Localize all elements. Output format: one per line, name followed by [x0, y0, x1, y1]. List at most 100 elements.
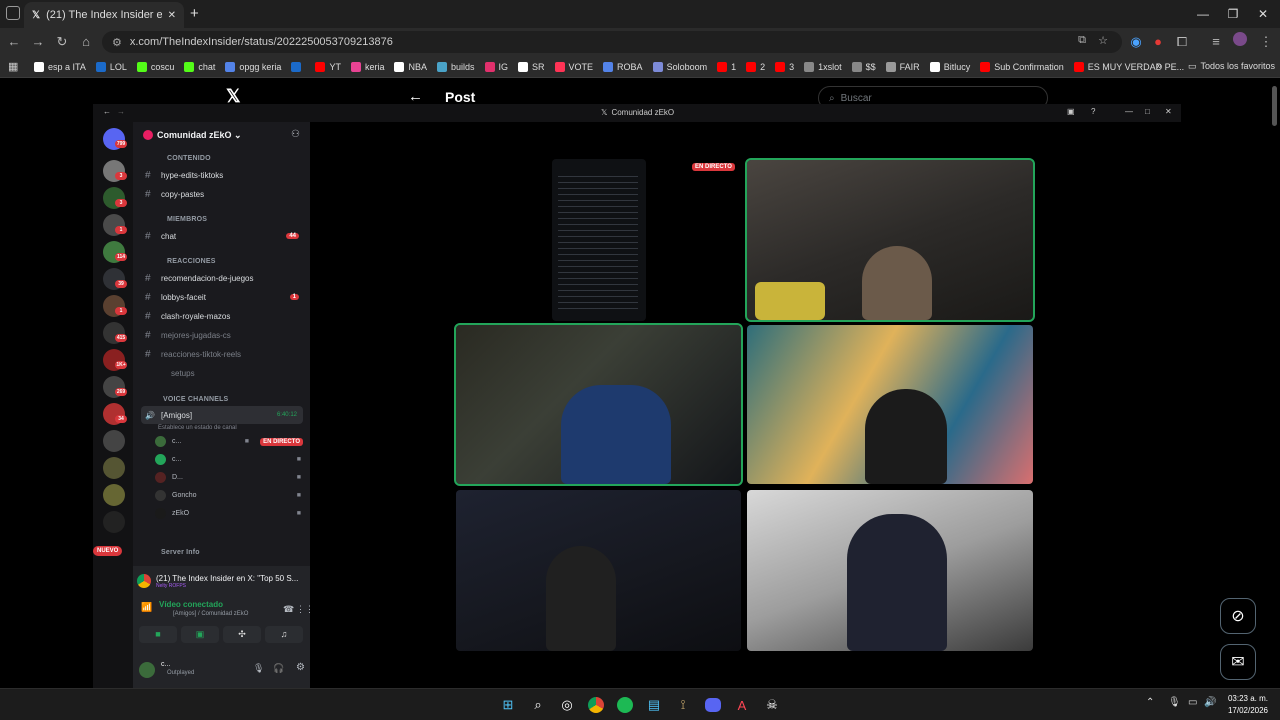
server-icon[interactable]	[103, 511, 125, 533]
video-tile[interactable]	[747, 490, 1033, 651]
activity-card[interactable]: (21) The Index Insider en X: "Top 50 S..…	[137, 570, 305, 592]
voice-user[interactable]: D... ■	[155, 469, 303, 486]
grok-button[interactable]: ⊘	[1220, 598, 1256, 634]
close-window-button[interactable]: ✕	[1165, 107, 1172, 116]
server-icon[interactable]	[103, 430, 125, 452]
screen-share-tile[interactable]	[552, 159, 646, 321]
bookmark-item[interactable]: Soloboom	[652, 62, 707, 72]
bookmark-item[interactable]: coscu	[136, 62, 174, 72]
profile-avatar[interactable]	[1230, 32, 1250, 52]
server-icon[interactable]	[103, 484, 125, 506]
new-tab-button[interactable]: +	[190, 5, 199, 22]
video-tile[interactable]	[454, 323, 743, 486]
app-icon[interactable]: ◎	[557, 695, 577, 715]
video-tile[interactable]	[745, 158, 1035, 322]
menu-icon[interactable]: ≡	[1206, 32, 1226, 52]
bookmark-item[interactable]: YT	[315, 62, 341, 72]
spotify-icon[interactable]	[615, 695, 635, 715]
volume-icon[interactable]: 🔊	[1204, 697, 1216, 708]
app-icon[interactable]: A	[732, 695, 752, 715]
scrollbar[interactable]	[1272, 86, 1277, 126]
forward-icon[interactable]: →	[28, 32, 48, 52]
video-tile[interactable]	[456, 490, 741, 651]
bookmark-item[interactable]: esp a ITA	[34, 62, 86, 72]
category-voice[interactable]: VOICE CHANNELS	[163, 396, 228, 403]
screen-share-button[interactable]: ▣	[181, 626, 219, 643]
soundboard-button[interactable]: ♫	[265, 626, 303, 643]
minimize-button[interactable]: —	[1188, 4, 1218, 24]
back-icon[interactable]: ←	[4, 32, 24, 52]
bookmark-item[interactable]: Bitlucy	[929, 62, 970, 72]
server-icon[interactable]	[103, 457, 125, 479]
start-menu-icon[interactable]: ⊞	[498, 695, 518, 715]
invite-icon[interactable]: ⚇	[291, 129, 300, 140]
forward-icon[interactable]: →	[117, 107, 125, 116]
reload-icon[interactable]: ↻	[52, 32, 72, 52]
settings-gear-icon[interactable]: ⚙	[296, 662, 305, 673]
minimize-button[interactable]: —	[1125, 107, 1133, 116]
server-name[interactable]: Comunidad zEkO ⌄	[157, 130, 242, 141]
notepad-icon[interactable]: ▤	[644, 695, 664, 715]
chrome-icon[interactable]	[586, 695, 606, 715]
channel-status-hint[interactable]: Establece un estado de canal	[158, 425, 237, 431]
headset-icon[interactable]: 🎧	[273, 663, 284, 674]
messages-button[interactable]: ✉	[1220, 644, 1256, 680]
back-arrow-icon[interactable]: ←	[408, 88, 423, 105]
back-icon[interactable]: ←	[103, 107, 111, 116]
bookmark-item[interactable]: 3	[775, 62, 794, 72]
bookmark-item[interactable]: VOTE	[554, 62, 593, 72]
disconnect-icon[interactable]: ☎	[283, 604, 294, 615]
maximize-button[interactable]: □	[1145, 107, 1150, 116]
bookmark-item[interactable]: NBA	[394, 62, 427, 72]
bookmark-item[interactable]: $$	[851, 62, 876, 72]
show-hidden-icons[interactable]: ⌃	[1146, 697, 1154, 708]
bookmark-item[interactable]: ES MUY VERDAD PE...	[1073, 62, 1184, 72]
channel-item[interactable]: # copy-pastes	[141, 185, 303, 203]
league-icon[interactable]: ⟟	[673, 695, 693, 715]
bookmark-item[interactable]: ROBA	[603, 62, 643, 72]
bookmark-item[interactable]: chat	[184, 62, 215, 72]
bookmark-item[interactable]: 1	[717, 62, 736, 72]
bookmark-item[interactable]	[291, 62, 305, 72]
voice-user[interactable]: c... ■ EN DIRECTO	[155, 433, 303, 450]
bookmark-item[interactable]: keria	[350, 62, 384, 72]
bookmark-item[interactable]: 2	[746, 62, 765, 72]
channel-item[interactable]: # clash-royale-mazos	[141, 307, 303, 325]
microphone-icon[interactable]: 🎙	[253, 663, 264, 674]
close-tab-icon[interactable]: ✕	[168, 10, 176, 21]
activities-button[interactable]: ✣	[223, 626, 261, 643]
help-icon[interactable]: ?	[1091, 107, 1095, 116]
signal-icon[interactable]: 📶	[141, 602, 152, 613]
channel-item[interactable]: # lobbys-faceit 1	[141, 288, 303, 306]
discord-icon[interactable]	[703, 695, 723, 715]
close-window-button[interactable]: ✕	[1248, 4, 1278, 24]
extension-icon[interactable]: ◉	[1126, 32, 1146, 52]
voice-channel[interactable]: 🔊 [Amigos] 6:40:12	[141, 406, 303, 424]
bookmark-item[interactable]: FAIR	[885, 62, 920, 72]
search-icon[interactable]: ⌕	[528, 695, 548, 715]
connection-status[interactable]: Vídeo conectado	[159, 600, 223, 609]
channel-item[interactable]: setups	[141, 364, 303, 382]
category-contenido[interactable]: CONTENIDO	[167, 155, 211, 162]
bookmark-item[interactable]: 1xslot	[804, 62, 842, 72]
bookmarks-more-button[interactable]: »	[1156, 60, 1162, 72]
apps-grid-icon[interactable]: ▦	[8, 60, 18, 73]
category-server-info[interactable]: Server Info	[161, 549, 200, 556]
microphone-icon[interactable]: 🎙	[1168, 697, 1181, 708]
channel-item[interactable]: # recomendacion-de-juegos	[141, 269, 303, 287]
bookmark-star-icon[interactable]: ☆	[1098, 34, 1108, 47]
app-icon[interactable]: ☠	[762, 695, 782, 715]
category-reacciones[interactable]: REACCIONES	[167, 258, 216, 265]
voice-user[interactable]: zEkO ■	[155, 505, 303, 522]
bookmark-item[interactable]: builds	[436, 62, 475, 72]
clock[interactable]: 03:23 a. m. 17/02/2026	[1228, 693, 1268, 717]
channel-item[interactable]: # chat 44	[141, 227, 303, 245]
category-miembros[interactable]: MIEMBROS	[167, 216, 207, 223]
voice-user[interactable]: Goncho ■	[155, 487, 303, 504]
bookmark-item[interactable]: SR	[518, 62, 545, 72]
video-tile[interactable]	[747, 325, 1033, 484]
address-bar[interactable]: ⚙ x.com/TheIndexInsider/status/202225005…	[102, 31, 1122, 53]
bookmark-item[interactable]: LOL	[95, 62, 127, 72]
home-icon[interactable]: ⌂	[76, 32, 96, 52]
channel-item[interactable]: # hype-edits-tiktoks	[141, 166, 303, 184]
